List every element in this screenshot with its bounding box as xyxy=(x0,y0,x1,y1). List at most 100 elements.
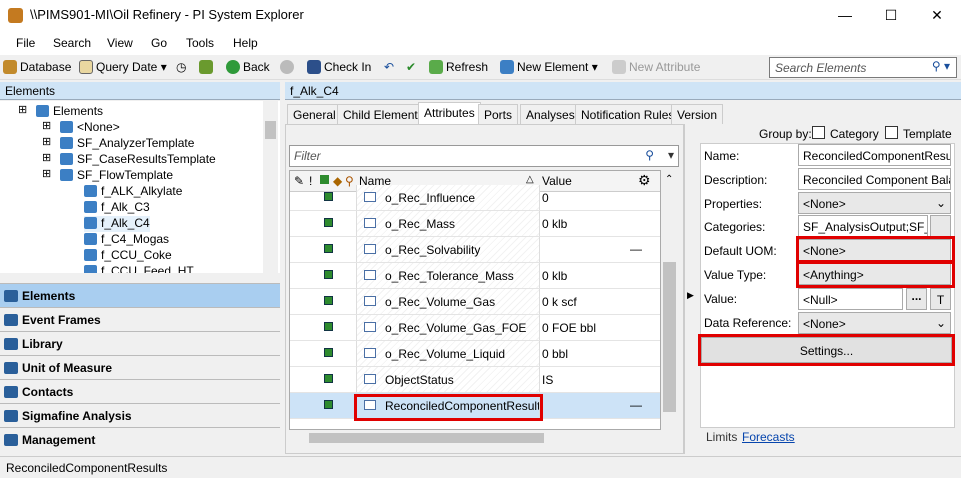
back-button[interactable]: Back xyxy=(226,60,270,74)
attribute-row[interactable]: o_Rec_Volume_Gas_FOE 0 FOE bbl xyxy=(290,315,660,341)
expand-icon[interactable]: ⊞ xyxy=(42,119,51,135)
attribute-row[interactable]: o_Rec_Mass 0 klb xyxy=(290,211,660,237)
tree-item[interactable]: f_ALK_Alkylate xyxy=(84,184,182,200)
nav-library[interactable]: Library xyxy=(0,331,280,355)
attribute-row[interactable]: o_Rec_Volume_Liquid 0 bbl xyxy=(290,341,660,367)
data-reference-dropdown[interactable]: <None> ⌄ xyxy=(798,312,951,334)
tab-child-elements[interactable]: Child Elements xyxy=(337,104,430,124)
tree-item[interactable]: f_C4_Mogas xyxy=(84,232,169,248)
tab-ports[interactable]: Ports xyxy=(478,104,519,124)
group-by-label: Group by: xyxy=(759,127,812,141)
tab-version[interactable]: Version xyxy=(671,104,724,124)
expand-icon[interactable]: ⊞ xyxy=(42,167,51,183)
tree-scrollbar[interactable] xyxy=(263,101,278,273)
tree-item[interactable]: SF_FlowTemplate xyxy=(60,168,173,184)
attribute-icon xyxy=(364,374,376,384)
template-checkbox[interactable] xyxy=(885,126,898,139)
attribute-row[interactable]: ObjectStatus IS xyxy=(290,367,660,393)
maximize-button[interactable]: ☐ xyxy=(868,0,914,31)
menu-go[interactable]: Go xyxy=(151,36,167,50)
quality-good-icon xyxy=(324,244,333,253)
splitter[interactable]: ▶ xyxy=(683,124,697,454)
menu-search[interactable]: Search xyxy=(53,36,91,50)
categories-browse-button[interactable] xyxy=(930,215,951,237)
description-field[interactable]: Reconciled Component Balance xyxy=(798,168,951,190)
attribute-row[interactable]: o_Rec_Solvability — xyxy=(290,237,660,263)
tree-item[interactable]: f_Alk_C3 xyxy=(84,200,150,216)
element-icon xyxy=(84,185,97,197)
limits-tab[interactable]: Limits xyxy=(706,430,737,444)
category-checkbox[interactable] xyxy=(812,126,825,139)
clock-icon[interactable]: ◷ xyxy=(176,60,186,74)
tab-attributes[interactable]: Attributes xyxy=(418,102,481,124)
attribute-name: ObjectStatus xyxy=(385,373,454,387)
check-icon[interactable]: ✔ xyxy=(406,60,416,74)
check-in-button[interactable]: Check In xyxy=(307,60,371,74)
filter-input[interactable]: Filter ⚲ ▾ xyxy=(289,145,679,167)
back-arrow-icon xyxy=(226,60,240,74)
attribute-value: 0 FOE bbl xyxy=(542,321,597,335)
query-date-button[interactable]: Query Date ▾ xyxy=(79,60,167,74)
tab-notification-rules[interactable]: Notification Rules xyxy=(575,104,681,124)
element-header: f_Alk_C4 xyxy=(285,82,961,100)
undo-icon[interactable]: ↶ xyxy=(384,60,394,74)
search-icon[interactable]: ⚲ ▾ xyxy=(932,59,950,73)
element-tree: ⊞ Elements ⊞ <None> ⊞ SF_AnalyzerTemplate ⊞ SF_… xyxy=(0,101,280,273)
search-icon[interactable]: ⚲ xyxy=(645,148,654,162)
attribute-row[interactable]: o_Rec_Influence 0 xyxy=(290,185,660,211)
nav-event-frames[interactable]: Event Frames xyxy=(0,307,280,331)
new-attribute-button[interactable]: New Attribute xyxy=(612,60,700,74)
nav-icon xyxy=(4,434,18,446)
element-icon xyxy=(84,217,97,229)
tree-item[interactable]: f_Alk_C4 xyxy=(84,216,150,232)
tree-item[interactable]: SF_CaseResultsTemplate xyxy=(60,152,216,168)
new-element-button[interactable]: New Element ▾ xyxy=(500,60,598,74)
tree-item[interactable]: SF_AnalyzerTemplate xyxy=(60,136,194,152)
nav-icon xyxy=(4,410,18,422)
menu-file[interactable]: File xyxy=(16,36,35,50)
forecasts-link[interactable]: Forecasts xyxy=(742,430,795,444)
grid-horizontal-scrollbar[interactable] xyxy=(289,430,661,446)
expand-icon[interactable]: ⊞ xyxy=(42,151,51,167)
status-bar: ReconciledComponentResults xyxy=(0,456,961,478)
nav-unit-of-measure[interactable]: Unit of Measure xyxy=(0,355,280,379)
forward-button[interactable] xyxy=(280,60,297,74)
tree-item[interactable]: f_CCU_Coke xyxy=(84,248,172,264)
nav-sigmafine-analysis[interactable]: Sigmafine Analysis xyxy=(0,403,280,427)
value-t-button[interactable]: T xyxy=(930,288,951,310)
value-field[interactable]: <Null> xyxy=(798,288,903,310)
name-field[interactable]: ReconciledComponentResults xyxy=(798,144,951,166)
minimize-button[interactable]: — xyxy=(822,0,868,31)
properties-dropdown[interactable]: <None> ⌄ xyxy=(798,192,951,214)
expand-icon[interactable]: ⊞ xyxy=(42,135,51,151)
tab-general[interactable]: General xyxy=(287,104,342,124)
database-button[interactable]: Database xyxy=(3,60,71,74)
refresh-button[interactable]: Refresh xyxy=(429,60,488,74)
grid-vertical-scrollbar[interactable]: ⌃ xyxy=(661,170,678,430)
categories-field[interactable]: SF_AnalysisOutput;SF_Co xyxy=(798,215,928,237)
search-elements-input[interactable]: Search Elements ⚲ ▾ xyxy=(769,57,957,78)
expand-icon[interactable]: ⊞ xyxy=(18,103,27,119)
category-checkbox-label: Category xyxy=(830,127,879,141)
element-icon xyxy=(500,60,514,74)
nav-elements[interactable]: Elements xyxy=(0,283,280,307)
filter-dropdown-icon[interactable]: ▾ xyxy=(668,148,674,162)
attribute-row[interactable]: o_Rec_Tolerance_Mass 0 klb xyxy=(290,263,660,289)
tree-item[interactable]: f_CCU_Feed_HT xyxy=(84,264,194,273)
attribute-icon xyxy=(364,192,376,202)
chevron-down-icon: ⌄ xyxy=(935,316,946,330)
attribute-row[interactable]: o_Rec_Volume_Gas 0 k scf xyxy=(290,289,660,315)
tree-item[interactable]: Elements xyxy=(36,104,103,120)
tree-item[interactable]: <None> xyxy=(60,120,120,136)
close-button[interactable]: ✕ xyxy=(914,0,960,31)
menu-tools[interactable]: Tools xyxy=(186,36,214,50)
menu-help[interactable]: Help xyxy=(233,36,258,50)
menu-view[interactable]: View xyxy=(107,36,133,50)
value-ellipsis-button[interactable]: ... xyxy=(906,288,927,310)
layers-icon[interactable] xyxy=(199,60,216,74)
element-icon xyxy=(60,121,73,133)
quality-good-icon xyxy=(324,296,333,305)
nav-management[interactable]: Management xyxy=(0,427,280,451)
tab-analyses[interactable]: Analyses xyxy=(520,104,581,124)
nav-contacts[interactable]: Contacts xyxy=(0,379,280,403)
